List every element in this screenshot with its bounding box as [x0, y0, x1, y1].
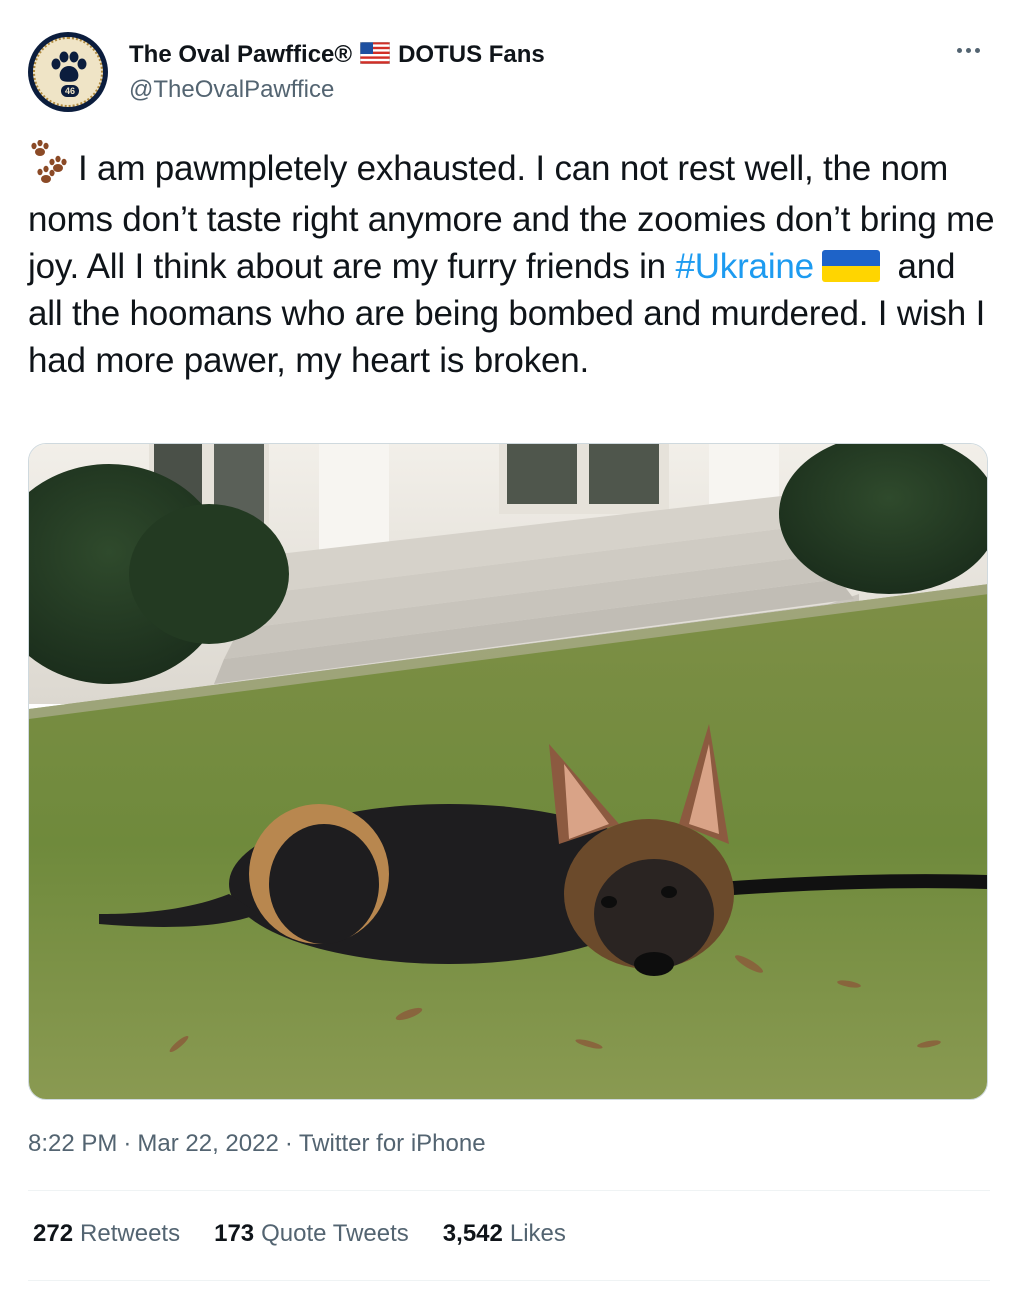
likes-count: 3,542: [442, 1220, 503, 1247]
divider: [28, 1280, 990, 1281]
ukraine-flag-icon: [821, 250, 880, 282]
more-options-button[interactable]: [950, 38, 986, 62]
divider: [28, 1190, 990, 1191]
engagement-stats: 272 Retweets 173 Quote Tweets 3,542 Likes: [33, 1220, 600, 1248]
tweet-header: 46 The Oval Pawffice® DOTUS Fans @TheOva…: [28, 32, 994, 116]
quote-tweets-label: Quote Tweets: [261, 1220, 409, 1247]
display-name-part1[interactable]: The Oval Pawffice®: [129, 41, 352, 69]
dot-icon: [956, 47, 962, 53]
likes-label: Likes: [509, 1220, 566, 1247]
tweet-source[interactable]: Twitter for iPhone: [299, 1130, 486, 1157]
retweets-count: 272: [33, 1220, 74, 1247]
display-name-part2[interactable]: DOTUS Fans: [398, 41, 545, 69]
tweet-photo[interactable]: [28, 443, 988, 1100]
meta-separator: ·: [123, 1130, 132, 1157]
hashtag-link[interactable]: #Ukraine: [675, 247, 814, 286]
tweet-metadata: 8:22 PM · Mar 22, 2022 · Twitter for iPhone: [28, 1130, 486, 1158]
retweets-label: Retweets: [80, 1220, 181, 1247]
paw-logo-icon: 46: [33, 37, 103, 107]
dot-icon: [974, 47, 980, 53]
paw-prints-icon: [28, 139, 72, 196]
dog-on-lawn-photo: [29, 444, 987, 1099]
tweet-text: I am pawmpletely exhausted. I can not re…: [28, 139, 998, 384]
likes-stat[interactable]: 3,542 Likes: [443, 1220, 566, 1248]
quote-tweets-stat[interactable]: 173 Quote Tweets: [214, 1220, 409, 1248]
display-name-row[interactable]: The Oval Pawffice® DOTUS Fans: [129, 40, 545, 70]
meta-separator: ·: [284, 1130, 293, 1157]
tweet-date[interactable]: Mar 22, 2022: [137, 1130, 278, 1157]
author-handle[interactable]: @TheOvalPawffice: [129, 76, 334, 104]
us-flag-icon: [359, 41, 391, 69]
quote-tweets-count: 173: [214, 1220, 255, 1247]
avatar-number-badge: 46: [61, 85, 80, 97]
dot-icon: [965, 47, 971, 53]
retweets-stat[interactable]: 272 Retweets: [33, 1220, 180, 1248]
avatar[interactable]: 46: [28, 32, 108, 112]
tweet-time[interactable]: 8:22 PM: [28, 1130, 117, 1157]
